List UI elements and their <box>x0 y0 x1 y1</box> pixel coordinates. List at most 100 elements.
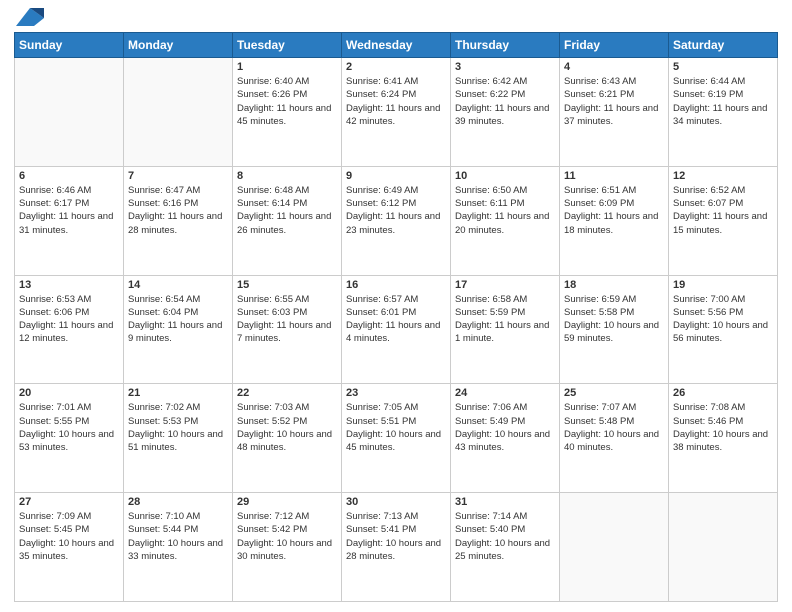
calendar-cell: 17 Sunrise: 6:58 AMSunset: 5:59 PMDayligh… <box>451 275 560 384</box>
day-number: 21 <box>128 387 228 399</box>
day-detail: Sunrise: 6:52 AMSunset: 6:07 PMDaylight:… <box>673 184 773 237</box>
day-detail: Sunrise: 7:03 AMSunset: 5:52 PMDaylight:… <box>237 401 337 454</box>
day-number: 12 <box>673 170 773 182</box>
calendar-cell: 24 Sunrise: 7:06 AMSunset: 5:49 PMDayligh… <box>451 384 560 493</box>
calendar-cell <box>15 58 124 167</box>
day-number: 3 <box>455 61 555 73</box>
day-number: 2 <box>346 61 446 73</box>
day-number: 26 <box>673 387 773 399</box>
calendar-cell: 5 Sunrise: 6:44 AMSunset: 6:19 PMDaylight… <box>669 58 778 167</box>
calendar-cell: 16 Sunrise: 6:57 AMSunset: 6:01 PMDayligh… <box>342 275 451 384</box>
calendar-day-header: Sunday <box>15 33 124 58</box>
calendar-cell: 25Sunrise: 7:07 AMSunset: 5:48 PMDayligh… <box>560 384 669 493</box>
day-detail: Sunrise: 6:46 AMSunset: 6:17 PMDaylight:… <box>19 184 119 237</box>
day-number: 31 <box>455 496 555 508</box>
day-detail: Sunrise: 7:12 AMSunset: 5:42 PMDaylight:… <box>237 510 337 563</box>
day-number: 4 <box>564 61 664 73</box>
day-detail: Sunrise: 6:48 AMSunset: 6:14 PMDaylight:… <box>237 184 337 237</box>
calendar-cell: 30Sunrise: 7:13 AMSunset: 5:41 PMDayligh… <box>342 493 451 602</box>
day-detail: Sunrise: 7:00 AMSunset: 5:56 PMDaylight:… <box>673 293 773 346</box>
logo-icon <box>16 8 44 26</box>
calendar-cell: 18Sunrise: 6:59 AMSunset: 5:58 PMDayligh… <box>560 275 669 384</box>
calendar-day-header: Thursday <box>451 33 560 58</box>
day-number: 29 <box>237 496 337 508</box>
calendar-cell: 4 Sunrise: 6:43 AMSunset: 6:21 PMDaylight… <box>560 58 669 167</box>
day-number: 20 <box>19 387 119 399</box>
day-detail: Sunrise: 6:51 AMSunset: 6:09 PMDaylight:… <box>564 184 664 237</box>
calendar-cell: 7 Sunrise: 6:47 AMSunset: 6:16 PMDaylight… <box>124 166 233 275</box>
calendar-cell: 22 Sunrise: 7:03 AMSunset: 5:52 PMDayligh… <box>233 384 342 493</box>
day-detail: Sunrise: 6:41 AMSunset: 6:24 PMDaylight:… <box>346 75 446 128</box>
day-detail: Sunrise: 7:01 AMSunset: 5:55 PMDaylight:… <box>19 401 119 454</box>
calendar-cell: 15 Sunrise: 6:55 AMSunset: 6:03 PMDayligh… <box>233 275 342 384</box>
calendar-cell: 14 Sunrise: 6:54 AMSunset: 6:04 PMDayligh… <box>124 275 233 384</box>
calendar-week-row: 13Sunrise: 6:53 AMSunset: 6:06 PMDayligh… <box>15 275 778 384</box>
day-detail: Sunrise: 6:44 AMSunset: 6:19 PMDaylight:… <box>673 75 773 128</box>
header <box>14 10 778 26</box>
calendar-header-row: SundayMondayTuesdayWednesdayThursdayFrid… <box>15 33 778 58</box>
calendar-cell: 13Sunrise: 6:53 AMSunset: 6:06 PMDayligh… <box>15 275 124 384</box>
day-detail: Sunrise: 6:58 AMSunset: 5:59 PMDaylight:… <box>455 293 555 346</box>
day-number: 10 <box>455 170 555 182</box>
day-number: 17 <box>455 279 555 291</box>
day-number: 25 <box>564 387 664 399</box>
calendar-cell: 27Sunrise: 7:09 AMSunset: 5:45 PMDayligh… <box>15 493 124 602</box>
day-number: 15 <box>237 279 337 291</box>
calendar-week-row: 20 Sunrise: 7:01 AMSunset: 5:55 PMDayligh… <box>15 384 778 493</box>
calendar-cell: 21 Sunrise: 7:02 AMSunset: 5:53 PMDayligh… <box>124 384 233 493</box>
day-detail: Sunrise: 6:55 AMSunset: 6:03 PMDaylight:… <box>237 293 337 346</box>
day-detail: Sunrise: 6:40 AMSunset: 6:26 PMDaylight:… <box>237 75 337 128</box>
day-detail: Sunrise: 6:42 AMSunset: 6:22 PMDaylight:… <box>455 75 555 128</box>
day-number: 5 <box>673 61 773 73</box>
calendar-cell: 31 Sunrise: 7:14 AMSunset: 5:40 PMDayligh… <box>451 493 560 602</box>
day-detail: Sunrise: 7:05 AMSunset: 5:51 PMDaylight:… <box>346 401 446 454</box>
calendar-week-row: 1 Sunrise: 6:40 AMSunset: 6:26 PMDaylight… <box>15 58 778 167</box>
day-number: 1 <box>237 61 337 73</box>
calendar-cell: 11Sunrise: 6:51 AMSunset: 6:09 PMDayligh… <box>560 166 669 275</box>
day-number: 14 <box>128 279 228 291</box>
day-detail: Sunrise: 7:14 AMSunset: 5:40 PMDaylight:… <box>455 510 555 563</box>
day-number: 13 <box>19 279 119 291</box>
calendar-day-header: Wednesday <box>342 33 451 58</box>
day-detail: Sunrise: 6:54 AMSunset: 6:04 PMDaylight:… <box>128 293 228 346</box>
calendar-cell: 8 Sunrise: 6:48 AMSunset: 6:14 PMDaylight… <box>233 166 342 275</box>
calendar-cell: 26 Sunrise: 7:08 AMSunset: 5:46 PMDayligh… <box>669 384 778 493</box>
day-detail: Sunrise: 7:02 AMSunset: 5:53 PMDaylight:… <box>128 401 228 454</box>
calendar-cell: 12 Sunrise: 6:52 AMSunset: 6:07 PMDayligh… <box>669 166 778 275</box>
calendar-day-header: Monday <box>124 33 233 58</box>
day-number: 8 <box>237 170 337 182</box>
day-number: 30 <box>346 496 446 508</box>
day-number: 19 <box>673 279 773 291</box>
calendar-cell: 23Sunrise: 7:05 AMSunset: 5:51 PMDayligh… <box>342 384 451 493</box>
calendar-day-header: Friday <box>560 33 669 58</box>
day-detail: Sunrise: 6:57 AMSunset: 6:01 PMDaylight:… <box>346 293 446 346</box>
calendar-day-header: Saturday <box>669 33 778 58</box>
day-number: 16 <box>346 279 446 291</box>
calendar-cell: 3 Sunrise: 6:42 AMSunset: 6:22 PMDaylight… <box>451 58 560 167</box>
calendar-cell: 29 Sunrise: 7:12 AMSunset: 5:42 PMDayligh… <box>233 493 342 602</box>
calendar-cell <box>669 493 778 602</box>
day-detail: Sunrise: 7:09 AMSunset: 5:45 PMDaylight:… <box>19 510 119 563</box>
day-number: 7 <box>128 170 228 182</box>
day-number: 24 <box>455 387 555 399</box>
calendar-cell: 9Sunrise: 6:49 AMSunset: 6:12 PMDaylight… <box>342 166 451 275</box>
day-detail: Sunrise: 6:50 AMSunset: 6:11 PMDaylight:… <box>455 184 555 237</box>
day-detail: Sunrise: 7:08 AMSunset: 5:46 PMDaylight:… <box>673 401 773 454</box>
day-number: 6 <box>19 170 119 182</box>
calendar-cell: 1 Sunrise: 6:40 AMSunset: 6:26 PMDaylight… <box>233 58 342 167</box>
calendar-cell: 10 Sunrise: 6:50 AMSunset: 6:11 PMDayligh… <box>451 166 560 275</box>
day-detail: Sunrise: 6:59 AMSunset: 5:58 PMDaylight:… <box>564 293 664 346</box>
day-detail: Sunrise: 7:06 AMSunset: 5:49 PMDaylight:… <box>455 401 555 454</box>
logo <box>14 10 44 26</box>
day-detail: Sunrise: 6:43 AMSunset: 6:21 PMDaylight:… <box>564 75 664 128</box>
day-number: 22 <box>237 387 337 399</box>
calendar-table: SundayMondayTuesdayWednesdayThursdayFrid… <box>14 32 778 602</box>
day-detail: Sunrise: 6:49 AMSunset: 6:12 PMDaylight:… <box>346 184 446 237</box>
calendar-cell: 19 Sunrise: 7:00 AMSunset: 5:56 PMDayligh… <box>669 275 778 384</box>
calendar-week-row: 27Sunrise: 7:09 AMSunset: 5:45 PMDayligh… <box>15 493 778 602</box>
calendar-cell: 28Sunrise: 7:10 AMSunset: 5:44 PMDayligh… <box>124 493 233 602</box>
calendar-cell: 20 Sunrise: 7:01 AMSunset: 5:55 PMDayligh… <box>15 384 124 493</box>
day-number: 28 <box>128 496 228 508</box>
calendar-cell <box>560 493 669 602</box>
day-detail: Sunrise: 6:47 AMSunset: 6:16 PMDaylight:… <box>128 184 228 237</box>
